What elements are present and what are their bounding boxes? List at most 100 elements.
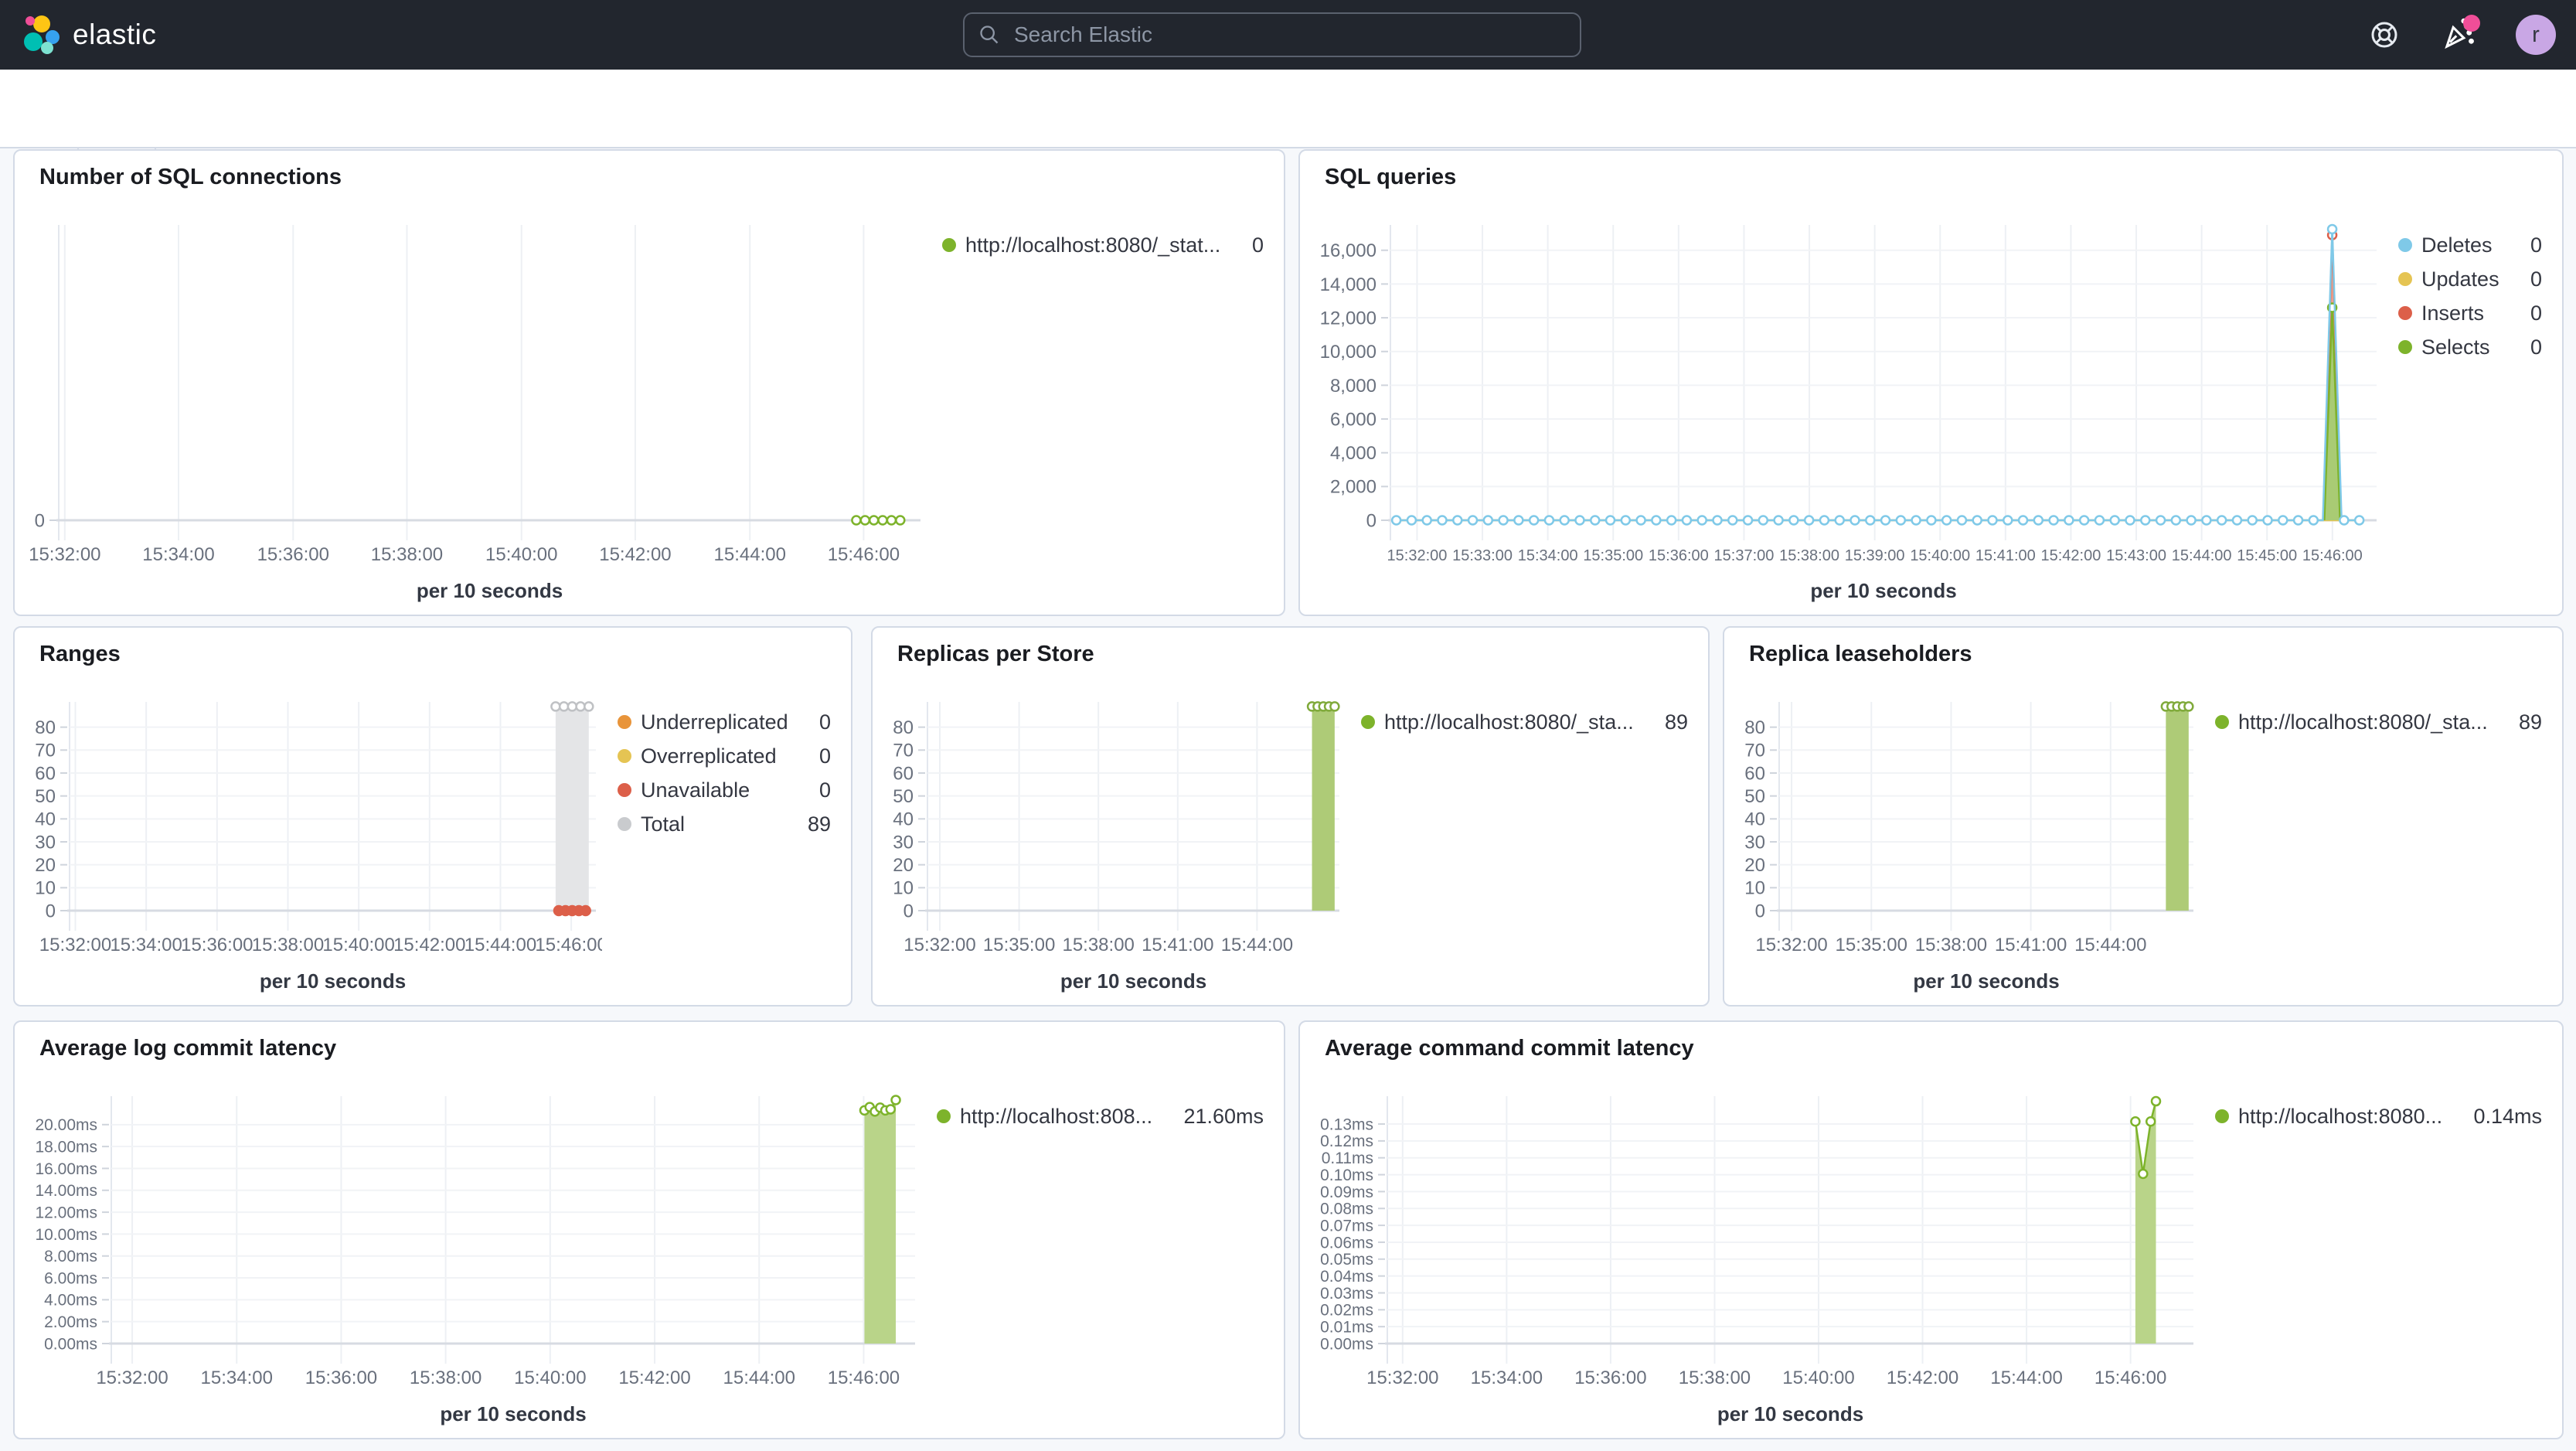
elastic-logo-area[interactable]: elastic	[22, 0, 156, 70]
legend-value: 0	[1251, 233, 1264, 257]
chart-canvas[interactable]: 010203040506070 80 15:32:00 15:35:00 15:38:0…	[1735, 677, 2200, 1002]
legend-color-dot	[2398, 238, 2412, 252]
svg-text:40: 40	[1744, 809, 1765, 830]
legend-item[interactable]: http://localhost:8080/_sta... 89	[2215, 705, 2542, 739]
legend-item[interactable]: http://localhost:8080... 0.14ms	[2215, 1099, 2542, 1133]
svg-text:15:40:00: 15:40:00	[485, 544, 557, 565]
chart-legend: http://localhost:808... 21.60ms	[937, 1099, 1264, 1133]
svg-text:0: 0	[1755, 901, 1765, 921]
svg-text:0.00ms: 0.00ms	[44, 1335, 97, 1353]
svg-text:12,000: 12,000	[1320, 308, 1376, 329]
legend-label: Underreplicated	[641, 710, 788, 734]
help-button[interactable]	[2367, 18, 2401, 52]
svg-text:0.08ms: 0.08ms	[1320, 1201, 1373, 1218]
legend-item[interactable]: Updates 0	[2398, 262, 2542, 296]
legend-item[interactable]: http://localhost:8080/_stat... 0	[942, 228, 1264, 262]
panel-title[interactable]: Ranges	[39, 642, 121, 667]
svg-text:80: 80	[35, 717, 56, 738]
legend-item[interactable]: Selects 0	[2398, 330, 2542, 364]
legend-item[interactable]: Deletes 0	[2398, 228, 2542, 262]
svg-text:30: 30	[35, 832, 56, 853]
svg-text:8,000: 8,000	[1330, 376, 1376, 397]
panel-title[interactable]: Average log commit latency	[39, 1036, 336, 1061]
svg-text:50: 50	[35, 786, 56, 807]
breadcrumb-bar: D Dashboard / [Metricbeat CockroachDB] O…	[0, 70, 2576, 207]
svg-text:0.04ms: 0.04ms	[1320, 1268, 1373, 1286]
svg-text:20.00ms: 20.00ms	[35, 1116, 97, 1134]
panel-title[interactable]: Replicas per Store	[897, 642, 1094, 667]
svg-text:15:36:00: 15:36:00	[305, 1368, 377, 1388]
svg-text:15:41:00: 15:41:00	[1142, 935, 1213, 955]
svg-text:15:32:00: 15:32:00	[96, 1368, 168, 1388]
legend-label: http://localhost:8080/_sta...	[2238, 710, 2488, 734]
legend-item[interactable]: Inserts 0	[2398, 296, 2542, 330]
legend-value: 0.14ms	[2473, 1104, 2542, 1128]
svg-text:15:35:00: 15:35:00	[1583, 547, 1643, 564]
whats-new-button[interactable]	[2442, 15, 2480, 52]
chart-canvas[interactable]: 0 2,000 4,000 6,000 8,000 10,000 12,000 14,000 1…	[1311, 200, 2383, 611]
svg-text:15:32:00: 15:32:00	[903, 935, 975, 955]
chart-area: 0 10 20 30 40 50 60 70 80 15:32:00 15:35:00 15:38:0…	[883, 677, 1346, 1002]
svg-text:15:36:00: 15:36:00	[257, 544, 329, 565]
legend-item[interactable]: http://localhost:808... 21.60ms	[937, 1099, 1264, 1133]
chart-canvas[interactable]: 0.00ms0.01ms0.02ms0.03ms0.04ms0.05ms0.06…	[1311, 1071, 2200, 1435]
legend-color-dot	[942, 238, 956, 252]
global-search[interactable]	[963, 12, 1581, 57]
svg-text:14,000: 14,000	[1320, 274, 1376, 295]
svg-text:0: 0	[1366, 510, 1376, 531]
svg-text:0.10ms: 0.10ms	[1320, 1167, 1373, 1184]
panel-average-log-commit-latency: Average log commit latency http://localho…	[13, 1020, 1285, 1439]
user-avatar[interactable]: r	[2516, 15, 2556, 55]
svg-text:15:34:00: 15:34:00	[201, 1368, 273, 1388]
panel-title[interactable]: SQL queries	[1325, 165, 1456, 190]
chart-area: 0.00ms 0.01ms 0.02ms 0.03ms 0.04ms 0.05ms 0.06…	[1311, 1071, 2200, 1435]
chart-legend: http://localhost:8080... 0.14ms	[2215, 1099, 2542, 1133]
legend-color-dot	[618, 783, 631, 797]
legend-item[interactable]: http://localhost:8080/_sta... 89	[1361, 705, 1688, 739]
svg-text:70: 70	[1744, 741, 1765, 761]
panel-title[interactable]: Number of SQL connections	[39, 165, 342, 190]
legend-item[interactable]: Total 89	[618, 807, 831, 841]
svg-text:18.00ms: 18.00ms	[35, 1138, 97, 1156]
svg-text:0.00ms: 0.00ms	[1320, 1335, 1373, 1353]
svg-text:15:38:00: 15:38:00	[371, 544, 443, 565]
search-input[interactable]	[1012, 22, 1566, 48]
legend-value: 0	[818, 710, 831, 734]
legend-item[interactable]: Underreplicated 0	[618, 705, 831, 739]
svg-text:2.00ms: 2.00ms	[44, 1313, 97, 1331]
svg-text:30: 30	[893, 832, 914, 853]
chart-canvas[interactable]: 010203040506070 80 15:32:0015:34:0015:36:0…	[26, 677, 607, 1002]
chart-legend: http://localhost:8080/_sta... 89	[1361, 705, 1688, 739]
chart-canvas[interactable]: 0 15:32:00 15:34:00 15:36:00 15:38:00 15:40:0…	[26, 200, 927, 611]
svg-text:0.06ms: 0.06ms	[1320, 1234, 1373, 1252]
chart-canvas[interactable]: 0.00ms 2.00ms 4.00ms 6.00ms 8.00ms 10.00ms 12.…	[26, 1071, 921, 1435]
legend-label: Unavailable	[641, 778, 750, 802]
chart-area: 0 15:32:00 15:34:00 15:36:00 15:38:00 15:40:0…	[26, 200, 927, 611]
svg-text:6.00ms: 6.00ms	[44, 1269, 97, 1287]
svg-text:60: 60	[35, 763, 56, 784]
svg-text:12.00ms: 12.00ms	[35, 1204, 97, 1221]
legend-value: 0	[818, 778, 831, 802]
svg-text:80: 80	[893, 717, 914, 738]
chart-canvas[interactable]: 010203040506070 80 15:32:00 15:35:00 15:38:0…	[883, 677, 1346, 1002]
legend-label: Updates	[2421, 267, 2499, 291]
svg-text:40: 40	[893, 809, 914, 830]
legend-value: 0	[2530, 267, 2542, 291]
svg-text:0.13ms: 0.13ms	[1320, 1115, 1373, 1133]
svg-text:15:38:00: 15:38:00	[1062, 935, 1134, 955]
legend-value: 89	[2518, 710, 2542, 734]
legend-item[interactable]: Unavailable 0	[618, 773, 831, 807]
top-bar: elastic Search Elastic r	[0, 0, 2576, 70]
svg-text:15:42:00: 15:42:00	[393, 935, 465, 955]
panel-average-command-commit-latency: Average command commit latency http://loc…	[1298, 1020, 2564, 1439]
legend-color-dot	[2398, 306, 2412, 320]
svg-text:0: 0	[46, 901, 56, 921]
svg-text:16.00ms: 16.00ms	[35, 1160, 97, 1178]
legend-item[interactable]: Overreplicated 0	[618, 739, 831, 773]
panel-title[interactable]: Average command commit latency	[1325, 1036, 1694, 1061]
svg-text:15:44:00: 15:44:00	[1221, 935, 1293, 955]
svg-text:10,000: 10,000	[1320, 342, 1376, 363]
svg-text:15:44:00: 15:44:00	[714, 544, 786, 565]
panel-title[interactable]: Replica leaseholders	[1749, 642, 1972, 667]
svg-text:15:44:00: 15:44:00	[464, 935, 536, 955]
